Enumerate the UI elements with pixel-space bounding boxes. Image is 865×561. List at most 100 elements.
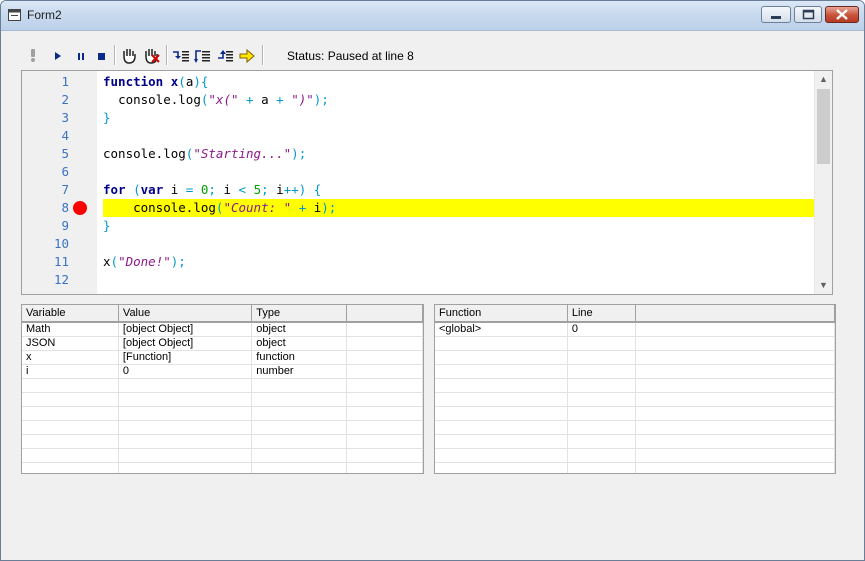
toolbar-separator xyxy=(262,45,264,65)
table-row[interactable]: JSON [object Object] object xyxy=(22,336,423,351)
variable-value-cell: [Function] xyxy=(118,350,253,365)
line-number: 9 xyxy=(61,218,69,233)
scroll-down-arrow-icon[interactable]: ▼ xyxy=(815,277,832,294)
variable-value-cell: [object Object] xyxy=(118,322,253,337)
variable-value-cell: [object Object] xyxy=(118,336,253,351)
show-next-statement-button[interactable] xyxy=(237,45,257,65)
column-header-empty[interactable] xyxy=(346,305,423,323)
pause-button[interactable] xyxy=(71,45,91,65)
empty-row xyxy=(22,406,423,421)
empty-row xyxy=(435,364,835,379)
line-number: 2 xyxy=(61,92,69,107)
code-line[interactable]: 9 } xyxy=(22,217,815,235)
minimize-button[interactable] xyxy=(761,6,791,23)
line-cell: 0 xyxy=(567,322,636,337)
variable-name-cell: Math xyxy=(22,322,119,337)
variable-value-cell: 0 xyxy=(118,364,253,379)
code-line[interactable]: 5 console.log("Starting..."); xyxy=(22,145,815,163)
line-number: 7 xyxy=(61,182,69,197)
debugger-window: Form2 Status: Paused at line 8 1 functio… xyxy=(0,0,865,561)
empty-cell xyxy=(346,336,423,351)
continue-button[interactable] xyxy=(48,45,68,65)
form-icon xyxy=(8,9,21,21)
maximize-icon xyxy=(802,9,815,20)
empty-row xyxy=(435,448,835,463)
empty-row xyxy=(22,448,423,463)
editor-vertical-scrollbar[interactable]: ▲ ▼ xyxy=(814,71,832,294)
call-stack-grid[interactable]: Function Line <global> 0 xyxy=(434,304,836,474)
variable-name-cell: i xyxy=(22,364,119,379)
variable-type-cell: object xyxy=(251,322,347,337)
code-line[interactable]: 7 for (var i = 0; i < 5; i++) { xyxy=(22,181,815,199)
code-lines: 1 function x(a){ 2 console.log("x(" + a … xyxy=(22,73,815,289)
run-icon xyxy=(31,49,35,62)
minimize-icon xyxy=(771,16,781,19)
toggle-breakpoint-button[interactable] xyxy=(119,45,139,65)
empty-row xyxy=(22,462,423,473)
table-row[interactable]: Math [object Object] object xyxy=(22,322,423,337)
code-line[interactable]: 6 xyxy=(22,163,815,181)
window-title: Form2 xyxy=(27,8,62,22)
variable-type-cell: number xyxy=(251,364,347,379)
table-row[interactable]: <global> 0 xyxy=(435,322,835,337)
code-line[interactable]: 2 console.log("x(" + a + ")"); xyxy=(22,91,815,109)
run-button[interactable] xyxy=(23,45,43,65)
step-over-icon xyxy=(194,50,210,63)
title-bar[interactable]: Form2 xyxy=(1,1,864,31)
scroll-thumb[interactable] xyxy=(817,89,830,164)
stop-button[interactable] xyxy=(92,45,112,65)
continue-icon xyxy=(55,52,61,60)
current-code-line[interactable]: 8 console.log("Count: " + i); xyxy=(22,199,815,217)
code-line[interactable]: 11 x("Done!"); xyxy=(22,253,815,271)
line-number: 4 xyxy=(61,128,69,143)
toggle-breakpoint-icon xyxy=(123,49,136,64)
maximize-button[interactable] xyxy=(794,6,822,23)
line-number: 11 xyxy=(53,254,69,269)
code-line[interactable]: 3 } xyxy=(22,109,815,127)
variable-name-cell: JSON xyxy=(22,336,119,351)
empty-row xyxy=(435,350,835,365)
variable-type-cell: object xyxy=(251,336,347,351)
code-line[interactable]: 4 xyxy=(22,127,815,145)
line-number: 5 xyxy=(61,146,69,161)
code-text: } xyxy=(103,218,111,233)
stop-icon xyxy=(98,53,105,60)
empty-row xyxy=(22,378,423,393)
column-header-function[interactable]: Function xyxy=(435,305,568,323)
code-text: x("Done!"); xyxy=(103,254,186,269)
column-header-empty[interactable] xyxy=(635,305,835,323)
debug-toolbar: Status: Paused at line 8 xyxy=(21,43,851,69)
step-into-button[interactable] xyxy=(171,45,191,65)
variable-name-cell: x xyxy=(22,350,119,365)
empty-row xyxy=(435,462,835,473)
line-number: 10 xyxy=(53,236,69,251)
code-editor[interactable]: 1 function x(a){ 2 console.log("x(" + a … xyxy=(21,70,833,295)
step-over-button[interactable] xyxy=(193,45,213,65)
code-line[interactable]: 12 xyxy=(22,271,815,289)
column-header-line[interactable]: Line xyxy=(567,305,636,323)
column-header-variable[interactable]: Variable xyxy=(22,305,119,323)
variables-grid[interactable]: Variable Value Type Math [object Object]… xyxy=(21,304,424,474)
close-button[interactable] xyxy=(825,6,859,23)
clear-breakpoints-button[interactable] xyxy=(141,45,161,65)
close-icon xyxy=(836,9,848,20)
code-line[interactable]: 10 xyxy=(22,235,815,253)
scroll-up-arrow-icon[interactable]: ▲ xyxy=(815,71,832,88)
empty-cell xyxy=(635,322,835,337)
empty-row xyxy=(435,406,835,421)
column-header-value[interactable]: Value xyxy=(118,305,253,323)
table-row[interactable]: i 0 number xyxy=(22,364,423,379)
line-number: 8 xyxy=(61,200,69,215)
pause-icon xyxy=(78,53,84,60)
breakpoint-marker[interactable] xyxy=(73,201,87,215)
step-into-icon xyxy=(173,51,189,62)
step-out-icon xyxy=(218,50,233,62)
step-out-button[interactable] xyxy=(215,45,235,65)
column-header-type[interactable]: Type xyxy=(251,305,347,323)
table-row[interactable]: x [Function] function xyxy=(22,350,423,365)
code-line[interactable]: 1 function x(a){ xyxy=(22,73,815,91)
variable-type-cell: function xyxy=(251,350,347,365)
